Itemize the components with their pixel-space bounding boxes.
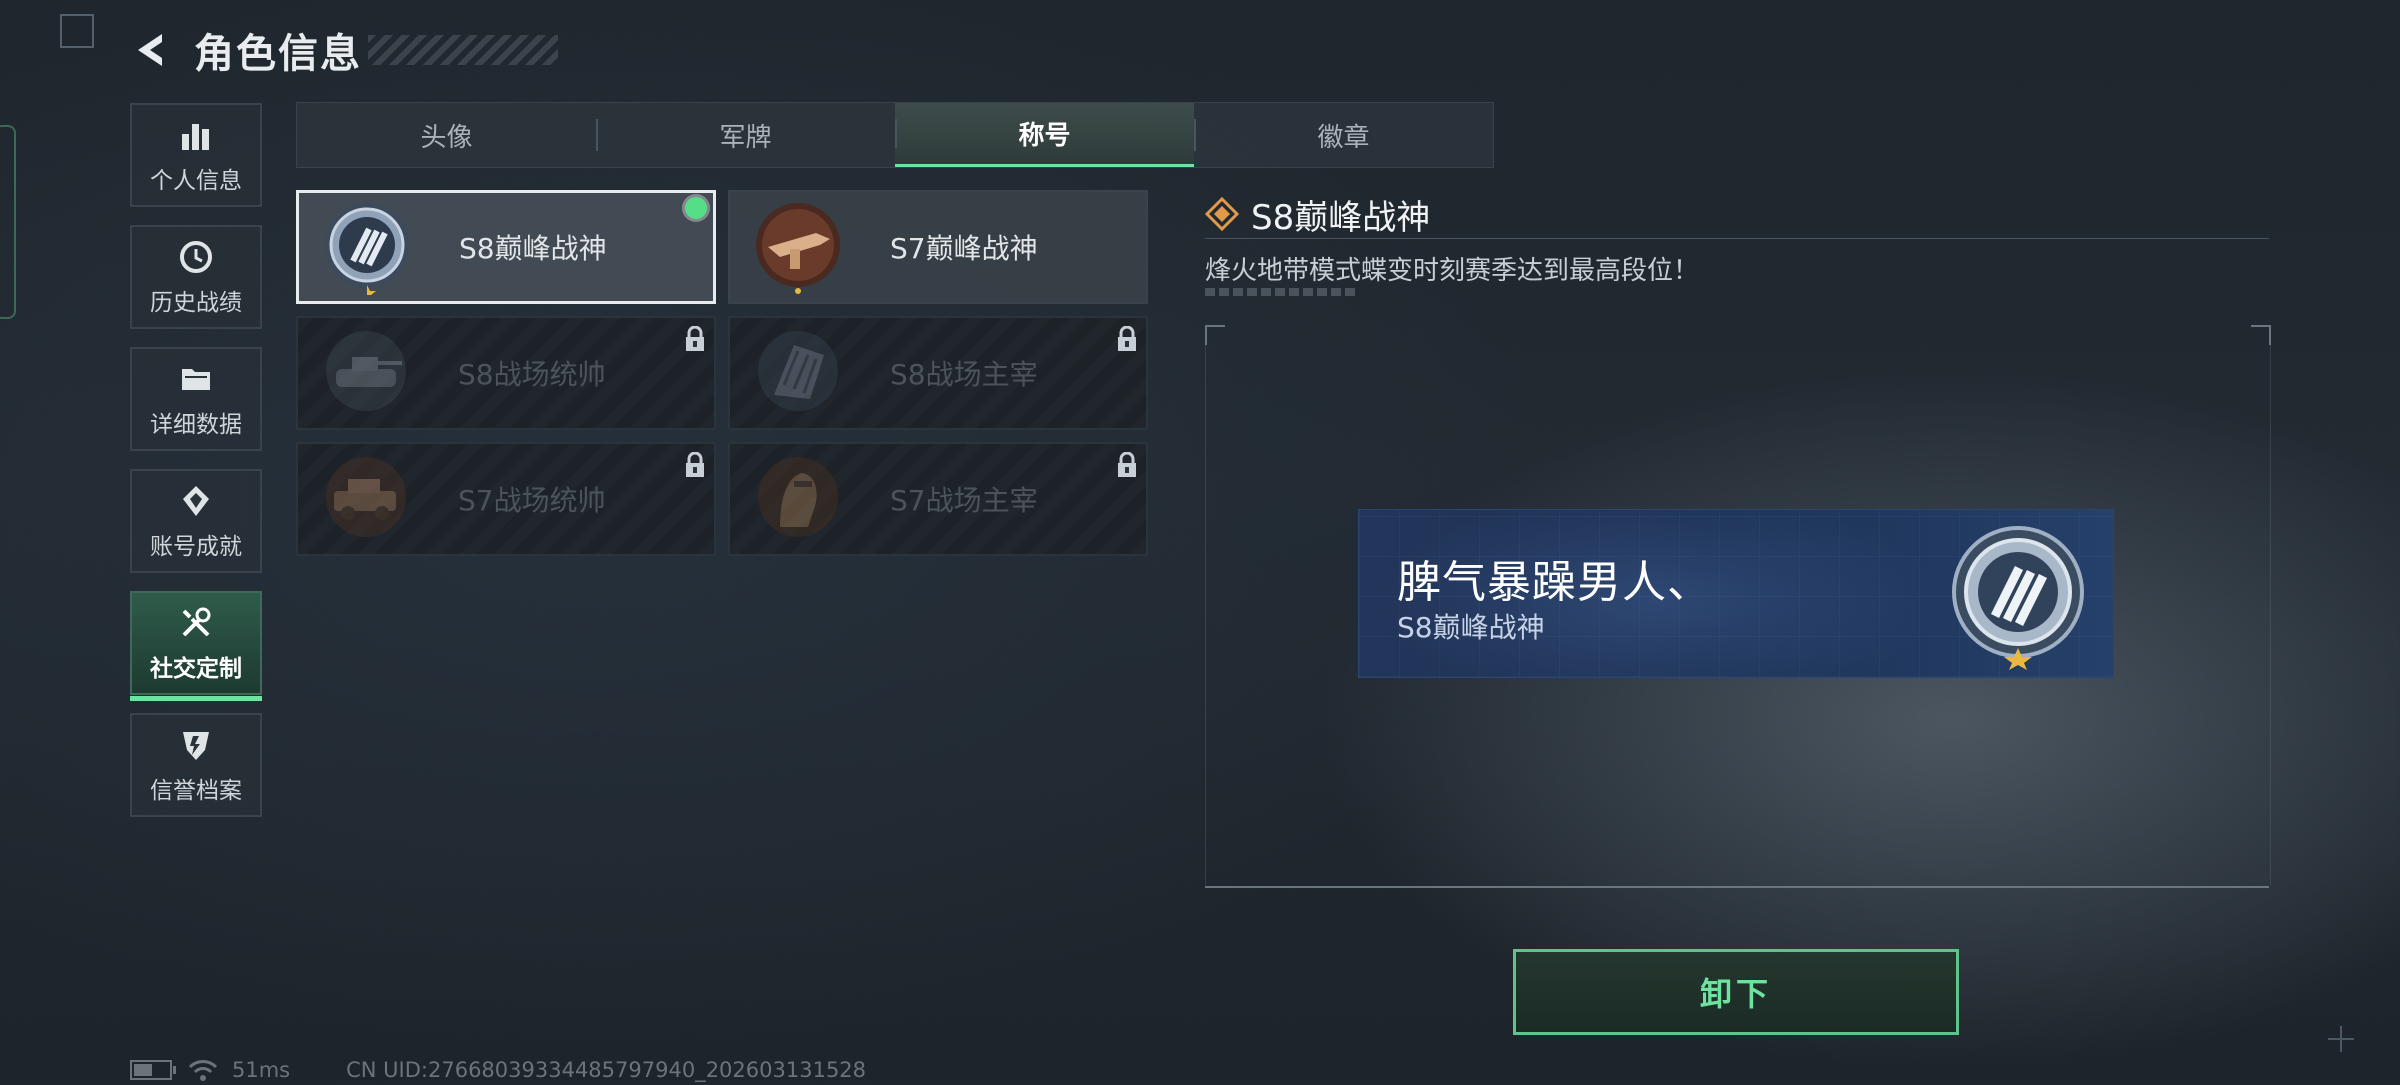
- title-card-name: S7战场主宰: [890, 484, 1038, 517]
- title-diamond-icon: [1205, 197, 1239, 231]
- ping-value: 51ms: [232, 1058, 291, 1082]
- sidebar-item-label: 账号成就: [150, 534, 242, 560]
- title-card-s7-peak[interactable]: S7巅峰战神: [728, 190, 1148, 304]
- lock-icon: [1118, 452, 1136, 477]
- window-corner-box: [60, 14, 94, 48]
- tab-dogtag[interactable]: 军牌: [596, 103, 895, 167]
- lock-icon: [686, 452, 704, 477]
- sidebar-item-history[interactable]: 历史战绩: [130, 225, 262, 329]
- user-uid: CN UID:27668039334485797940_202603131528: [346, 1058, 867, 1082]
- category-tabs: 头像 军牌 称号 徽章: [296, 102, 1494, 168]
- edge-drawer-handle[interactable]: [0, 125, 16, 319]
- s7-weapon-emblem-icon: [756, 203, 840, 294]
- title-card-s8-commander[interactable]: S8战场统帅: [296, 316, 716, 430]
- title-card-s7-dominator[interactable]: S7战场主宰: [728, 442, 1148, 556]
- crosshair-icon: [2328, 1026, 2354, 1052]
- shield-icon: [176, 725, 216, 765]
- wifi-icon: [188, 1060, 218, 1081]
- s8-emblem-icon: [1952, 526, 2084, 670]
- frame-corner: [1205, 325, 1225, 345]
- building-emblem-icon: [758, 331, 838, 411]
- detail-subline-decoration: [1205, 288, 1355, 296]
- equipped-indicator: [685, 197, 707, 219]
- sidebar-item-credit[interactable]: 信誉档案: [130, 713, 262, 817]
- frame-corner: [2251, 325, 2271, 345]
- tab-avatar[interactable]: 头像: [297, 103, 596, 167]
- title-card-name: S8战场主宰: [890, 358, 1038, 391]
- unequip-button[interactable]: 卸下: [1513, 949, 1959, 1035]
- header: 角色信息: [130, 22, 558, 78]
- sidebar-item-detailed-data[interactable]: 详细数据: [130, 347, 262, 451]
- s8-emblem-icon: [325, 203, 409, 295]
- sidebar-item-label: 社交定制: [150, 656, 242, 682]
- status-bar: 51ms CN UID:27668039334485797940_2026031…: [130, 1055, 866, 1085]
- sidebar-item-personal-info[interactable]: 个人信息: [130, 103, 262, 207]
- sidebar-item-label: 详细数据: [150, 412, 242, 438]
- lock-icon: [686, 326, 704, 351]
- sidebar: 个人信息 历史战绩 详细数据 账号成就 社交定制 信誉档案: [130, 103, 266, 835]
- detail-header: S8巅峰战神: [1205, 190, 2269, 239]
- title-decoration: [368, 35, 558, 65]
- clock-icon: [176, 237, 216, 277]
- title-card-name: S8巅峰战神: [459, 232, 607, 265]
- tank-emblem-icon: [326, 331, 406, 411]
- battery-level: [134, 1064, 152, 1076]
- bar-chart-icon: [176, 115, 216, 155]
- nameplate-player-name: 脾气暴躁男人、: [1397, 557, 1712, 608]
- sidebar-item-label: 信誉档案: [150, 778, 242, 804]
- sidebar-item-label: 个人信息: [150, 168, 242, 194]
- detail-description: 烽火地带模式蝶变时刻赛季达到最高段位！: [1205, 256, 1700, 286]
- lock-icon: [1118, 326, 1136, 351]
- tab-badge[interactable]: 徽章: [1194, 103, 1493, 167]
- detail-title: S8巅峰战神: [1251, 197, 1431, 238]
- tab-title[interactable]: 称号: [895, 103, 1194, 167]
- page-title: 角色信息: [194, 31, 362, 77]
- vehicle-emblem-icon: [326, 457, 406, 537]
- title-card-name: S7战场统帅: [458, 484, 606, 517]
- tools-icon: [176, 603, 216, 643]
- back-arrow-icon[interactable]: [130, 28, 174, 72]
- title-card-name: S8战场统帅: [458, 358, 606, 391]
- achievement-icon: [176, 481, 216, 521]
- title-card-s7-commander[interactable]: S7战场统帅: [296, 442, 716, 556]
- sidebar-item-achievements[interactable]: 账号成就: [130, 469, 262, 573]
- title-card-name: S7巅峰战神: [890, 232, 1038, 265]
- nameplate-preview: 脾气暴躁男人、 S8巅峰战神: [1358, 509, 2114, 678]
- preview-divider: [1205, 886, 2269, 888]
- battery-icon: [130, 1060, 176, 1080]
- nameplate-title: S8巅峰战神: [1397, 611, 1545, 644]
- sidebar-item-label: 历史战绩: [150, 290, 242, 316]
- soldier-emblem-icon: [758, 457, 838, 537]
- title-card-s8-dominator[interactable]: S8战场主宰: [728, 316, 1148, 430]
- sidebar-item-social-custom[interactable]: 社交定制: [130, 591, 262, 701]
- folder-icon: [176, 359, 216, 399]
- title-card-s8-peak[interactable]: S8巅峰战神: [296, 190, 716, 304]
